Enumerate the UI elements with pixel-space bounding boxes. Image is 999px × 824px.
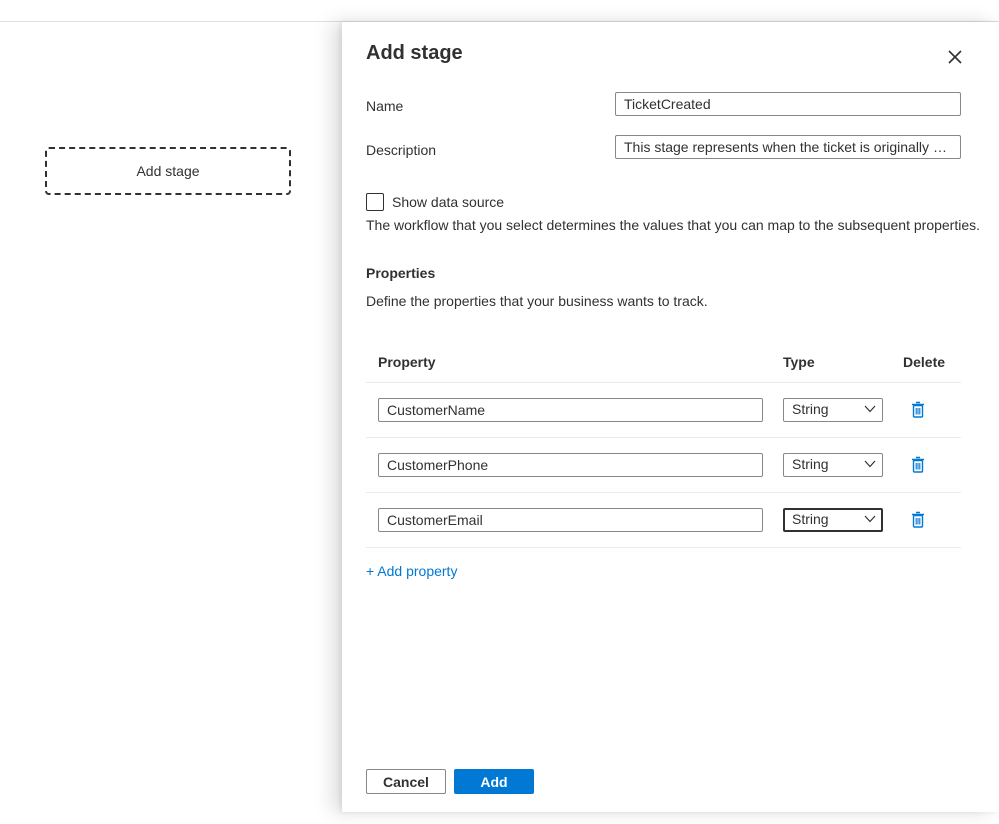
workflow-help-text: The workflow that you select determines … [366, 217, 981, 233]
delete-column-header: Delete [903, 354, 946, 370]
add-stage-placeholder-label: Add stage [136, 163, 200, 179]
chevron-down-icon [864, 405, 876, 413]
table-row: CustomerEmail String [366, 493, 961, 548]
type-dropdown[interactable]: String [783, 508, 883, 532]
panel-title: Add stage [366, 42, 463, 64]
trash-icon[interactable] [911, 511, 925, 528]
name-label: Name [366, 98, 404, 114]
description-label: Description [366, 142, 437, 158]
property-name-input[interactable]: CustomerPhone [378, 453, 763, 477]
add-property-link[interactable]: + Add property [366, 563, 457, 579]
stage-canvas: Add stage [0, 22, 342, 812]
type-dropdown-value: String [792, 511, 829, 527]
cancel-button[interactable]: Cancel [366, 769, 446, 794]
type-dropdown-value: String [792, 401, 829, 417]
name-field[interactable]: TicketCreated [615, 92, 961, 116]
property-column-header: Property [378, 354, 436, 370]
type-dropdown[interactable]: String [783, 398, 883, 422]
table-row: CustomerName String [366, 383, 961, 438]
chevron-down-icon [864, 515, 876, 523]
property-name-input[interactable]: CustomerEmail [378, 508, 763, 532]
property-name-input[interactable]: CustomerName [378, 398, 763, 422]
show-data-source-checkbox[interactable] [366, 193, 384, 211]
properties-description: Define the properties that your business… [366, 293, 708, 309]
description-field[interactable]: This stage represents when the ticket is… [615, 135, 961, 159]
properties-table: Property Type Delete CustomerName String… [366, 342, 961, 548]
table-row: CustomerPhone String [366, 438, 961, 493]
table-header-row: Property Type Delete [366, 342, 961, 383]
type-dropdown[interactable]: String [783, 453, 883, 477]
trash-icon[interactable] [911, 456, 925, 473]
show-data-source-label: Show data source [392, 194, 505, 210]
close-icon[interactable] [945, 47, 965, 67]
type-dropdown-value: String [792, 456, 829, 472]
add-stage-placeholder[interactable]: Add stage [45, 147, 291, 195]
properties-title: Properties [366, 265, 436, 281]
add-stage-panel: Add stage Name TicketCreated Description… [342, 22, 999, 812]
add-button[interactable]: Add [454, 769, 534, 794]
trash-icon[interactable] [911, 401, 925, 418]
type-column-header: Type [783, 354, 815, 370]
chevron-down-icon [864, 460, 876, 468]
